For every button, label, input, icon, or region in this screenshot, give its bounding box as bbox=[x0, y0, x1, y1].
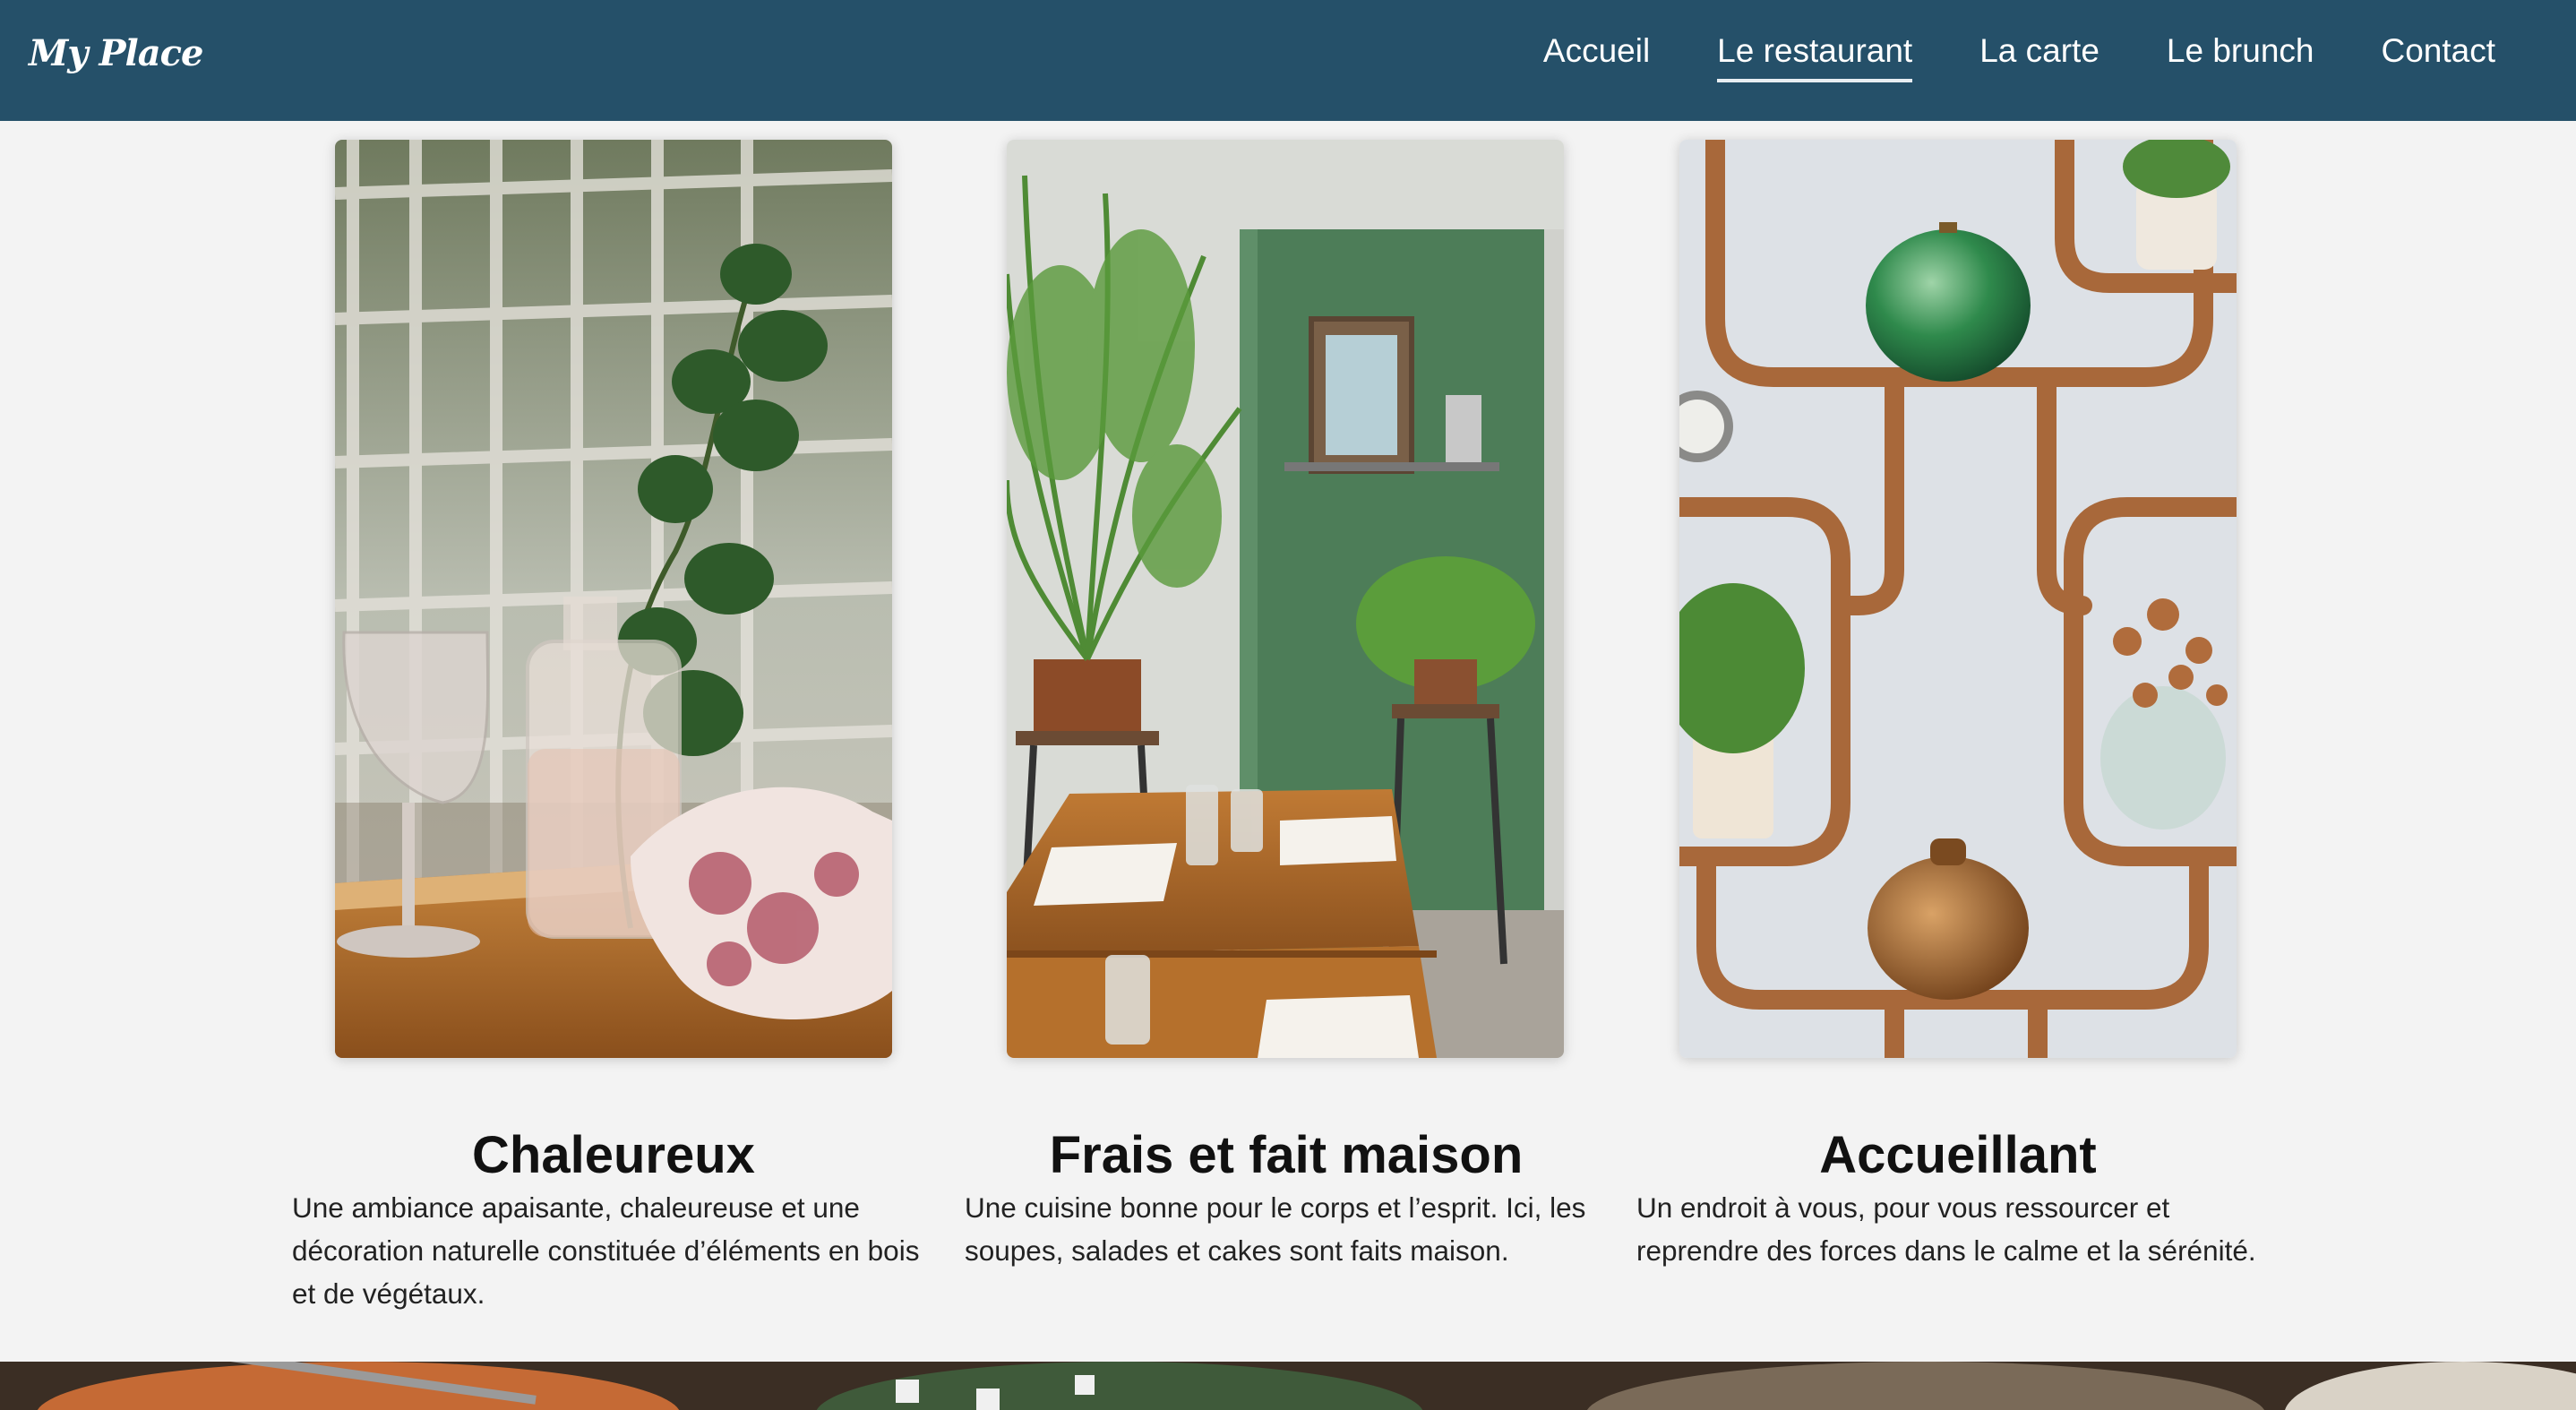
feature-image-frais-et-fait-maison bbox=[1007, 140, 1564, 1058]
nav-link-contact[interactable]: Contact bbox=[2381, 32, 2495, 79]
top-navbar: My Place Accueil Le restaurant La carte … bbox=[0, 0, 2576, 121]
brand-logo[interactable]: My Place bbox=[29, 32, 203, 74]
feature-text-chaleureux: Une ambiance apaisante, chaleureuse et u… bbox=[292, 1191, 920, 1310]
feature-title-frais-et-fait-maison: Frais et fait maison bbox=[1049, 1126, 1524, 1185]
feature-title-chaleureux: Chaleureux bbox=[472, 1126, 755, 1185]
nav-link-le-brunch[interactable]: Le brunch bbox=[2167, 32, 2314, 79]
feature-image-chaleureux bbox=[335, 140, 892, 1058]
feature-title-accueillant: Accueillant bbox=[1819, 1126, 2097, 1185]
food-banner-image bbox=[0, 1362, 2576, 1410]
main-nav: Accueil Le restaurant La carte Le brunch… bbox=[1476, 0, 2495, 121]
feature-text-frais-et-fait-maison: Une cuisine bonne pour le corps et l’esp… bbox=[965, 1191, 1586, 1267]
feature-image-accueillant bbox=[1679, 140, 2237, 1058]
nav-link-le-restaurant[interactable]: Le restaurant bbox=[1717, 32, 1913, 82]
nav-link-la-carte[interactable]: La carte bbox=[1979, 32, 2099, 79]
nav-link-accueil[interactable]: Accueil bbox=[1543, 32, 1650, 79]
feature-text-accueillant: Un endroit à vous, pour vous ressourcer … bbox=[1636, 1191, 2256, 1267]
